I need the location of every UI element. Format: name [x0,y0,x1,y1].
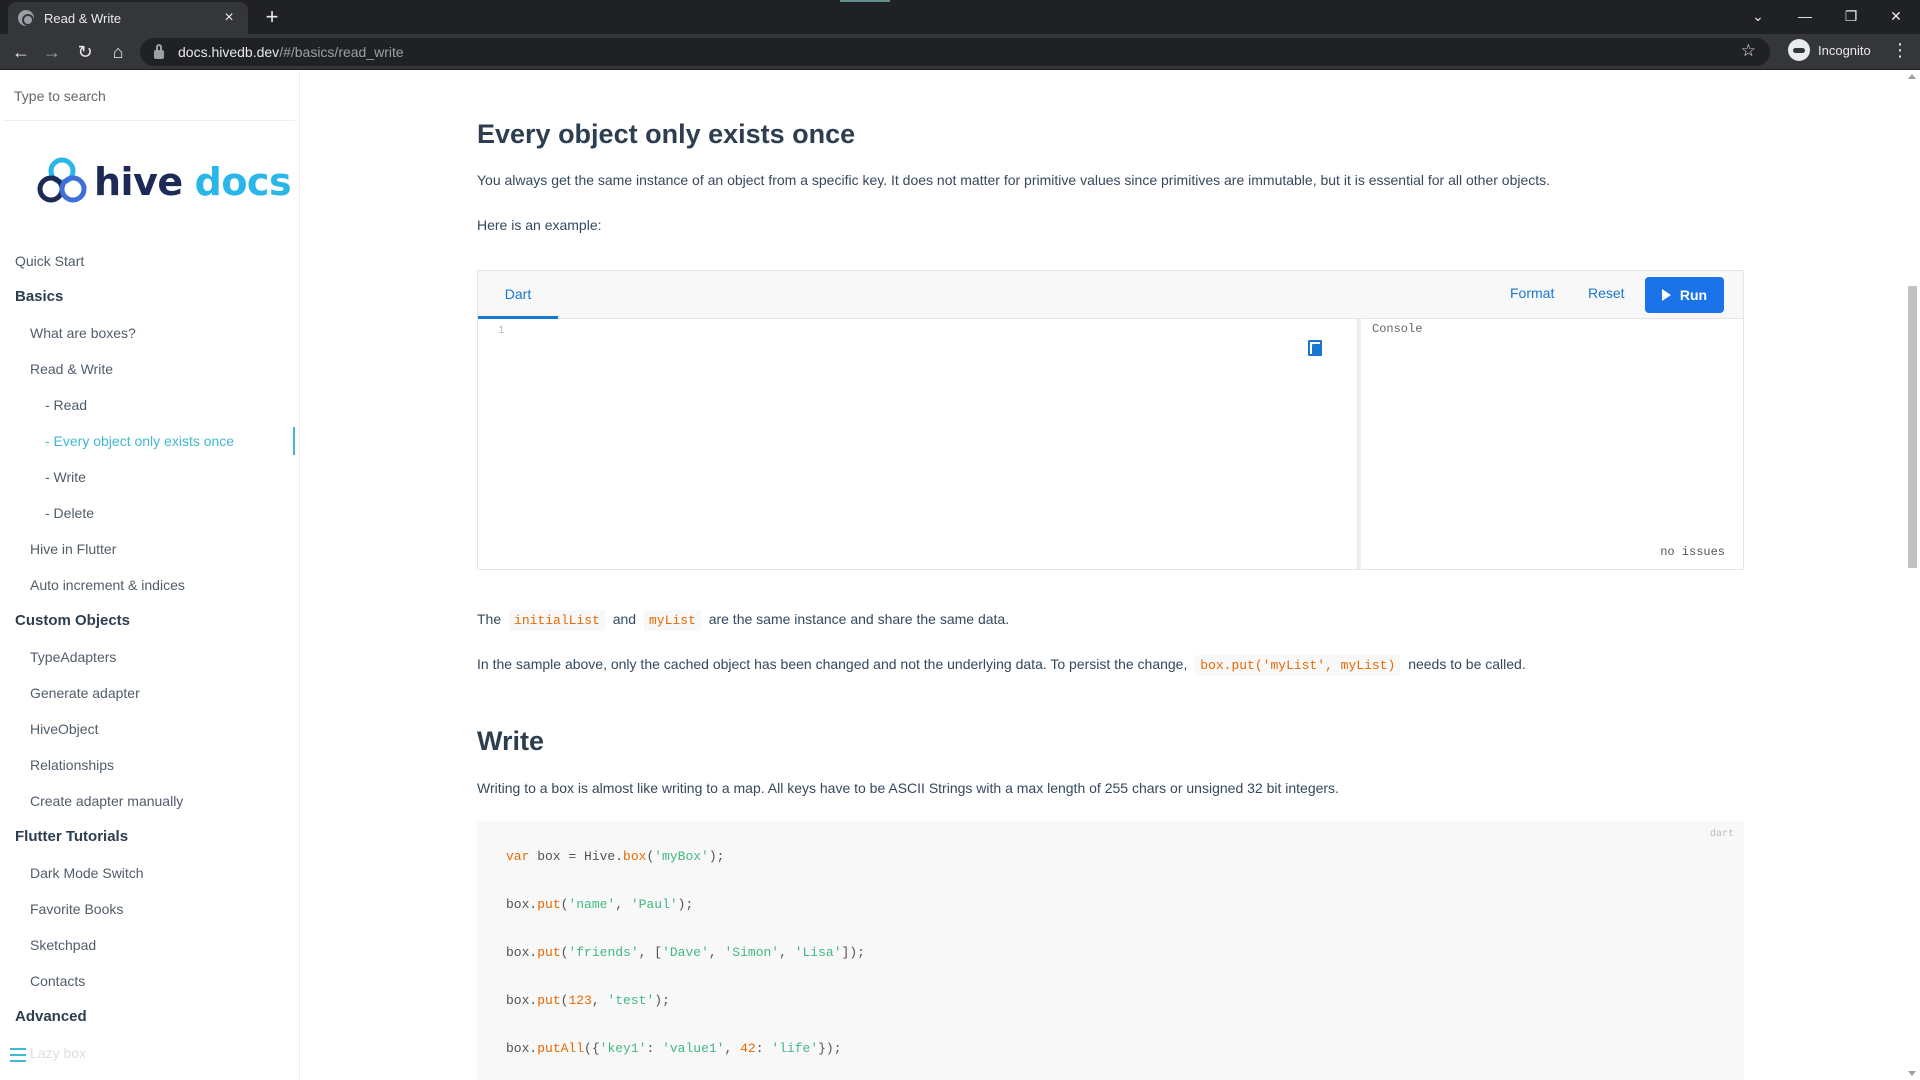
bookmark-star-icon[interactable]: ☆ [1741,41,1756,61]
sidebar-item-auto-increment-indices[interactable]: Auto increment & indices [0,567,299,603]
paragraph: Writing to a box is almost like writing … [477,780,1339,796]
console-panel: Console no issues [1365,319,1743,569]
sidebar-item-write[interactable]: - Write [0,459,299,495]
issues-status: no issues [1660,545,1725,559]
sidebar-item-hiveobject[interactable]: HiveObject [0,711,299,747]
restore-button[interactable]: ❐ [1831,4,1871,28]
paragraph: Here is an example: [477,217,602,233]
section-title-write: Write [477,726,545,756]
sidebar-item-hive-in-flutter[interactable]: Hive in Flutter [0,531,299,567]
sidebar-item-lazy-box[interactable]: Lazy box [0,1035,299,1071]
tab-title: Read & Write [44,10,122,26]
tab-close-icon[interactable]: × [220,9,238,27]
tab-strip-indicator [840,0,890,2]
hamburger-menu-icon[interactable] [10,1048,26,1062]
play-icon [1661,289,1671,301]
code-language-label: dart [1709,829,1734,840]
hive-logo-icon [37,157,87,203]
logo-text-docs: docs [194,160,292,204]
run-label: Run [1679,287,1708,303]
format-button[interactable]: Format [1510,285,1554,301]
code-block: dart var box = Hive.box('myBox'); box.pu… [477,821,1744,1080]
inline-code: initialList [509,610,605,631]
sidebar: hive docs Quick StartBasicsWhat are boxe… [0,71,300,1080]
search-input[interactable] [4,87,295,104]
paragraph: In the sample above, only the cached obj… [477,655,1526,676]
code-line: var box = Hive.box('myBox'); [506,849,725,864]
reload-button[interactable]: ↻ [73,40,97,64]
sidebar-item-relationships[interactable]: Relationships [0,747,299,783]
dartpad-header: Dart Format Reset Run [478,271,1743,319]
url-host: docs.hivedb.dev [178,44,280,60]
sidebar-item-dark-mode-switch[interactable]: Dark Mode Switch [0,855,299,891]
scrollbar-thumb[interactable] [1908,286,1917,568]
minimize-button[interactable]: — [1785,4,1825,28]
home-button[interactable]: ⌂ [106,40,130,64]
paragraph: You always get the same instance of an o… [477,172,1551,188]
run-button[interactable]: Run [1645,277,1724,313]
sidebar-item-read-write[interactable]: Read & Write [0,351,299,387]
tab-search-icon[interactable]: ⌄ [1738,4,1778,28]
sidebar-nav: Quick Start Basics What are boxes? Read & W… [0,243,299,1071]
sidebar-group-advanced[interactable]: Advanced [0,999,299,1035]
text: are the same instance and share the same… [708,611,1010,627]
sidebar-item-delete[interactable]: - Delete [0,495,299,531]
sidebar-item-create-adapter-manually[interactable]: Create adapter manually [0,783,299,819]
sidebar-item-what-are-boxes[interactable]: What are boxes? [0,315,299,351]
favicon-icon [18,10,34,26]
sidebar-item-typeadapters[interactable]: TypeAdapters [0,639,299,675]
url-path: /#/basics/read_write [279,44,404,60]
sidebar-group-flutter-tutorials[interactable]: Flutter Tutorials [0,819,299,855]
address-bar[interactable]: docs.hivedb.dev /#/basics/read_write ☆ [140,38,1770,66]
dartpad-embed: Dart Format Reset Run 1 Console no issue… [477,270,1744,570]
sidebar-item-every-object-only-exists-once[interactable]: - Every object only exists once [0,423,299,459]
tab-dart[interactable]: Dart [478,271,558,319]
browser-toolbar: ← → ↻ ⌂ docs.hivedb.dev /#/basics/read_w… [0,34,1920,70]
inline-code: myList [643,610,701,631]
forward-button[interactable]: → [40,40,64,64]
incognito-profile[interactable]: Incognito [1788,39,1871,61]
text: In the sample above, only the cached obj… [477,656,1188,672]
page-scrollbar[interactable] [1905,71,1920,1080]
copy-icon[interactable] [1308,340,1322,356]
incognito-icon [1788,39,1810,61]
code-line: box.put(123, 'test'); [506,993,670,1008]
browser-tab-active[interactable]: Read & Write × [8,2,248,34]
search-container [4,71,295,121]
line-number: 1 [498,325,505,337]
incognito-label: Incognito [1818,42,1871,58]
text: and [612,611,637,627]
browser-tabbar: Read & Write × + ⌄ — ❐ ✕ [0,0,1920,34]
sidebar-item-read[interactable]: - Read [0,387,299,423]
sidebar-item-sketchpad[interactable]: Sketchpad [0,927,299,963]
text: The [477,611,502,627]
sidebar-item-contacts[interactable]: Contacts [0,963,299,999]
reset-button[interactable]: Reset [1588,285,1625,301]
scroll-down-arrow-icon[interactable] [1908,1071,1916,1076]
new-tab-button[interactable]: + [258,4,286,30]
logo-text-hive: hive [94,160,183,204]
sidebar-group-basics[interactable]: Basics [0,279,299,315]
sidebar-item-quick-start[interactable]: Quick Start [0,243,299,279]
main-content: Every object only exists once You always… [301,71,1905,1080]
paragraph: The initialList and myList are the same … [477,610,1010,631]
sidebar-item-generate-adapter[interactable]: Generate adapter [0,675,299,711]
back-button[interactable]: ← [9,40,33,64]
console-label: Console [1372,322,1423,336]
code-line: box.putAll({'key1': 'value1', 42: 'life'… [506,1041,842,1056]
sidebar-item-favorite-books[interactable]: Favorite Books [0,891,299,927]
browser-menu-icon[interactable]: ⋮ [1890,40,1910,61]
close-window-button[interactable]: ✕ [1876,4,1916,28]
hive-docs-logo[interactable]: hive docs [0,121,299,243]
lock-icon [154,44,164,59]
code-line: box.put('name', 'Paul'); [506,897,694,912]
code-editor[interactable]: 1 [478,319,1361,569]
sidebar-group-custom-objects[interactable]: Custom Objects [0,603,299,639]
section-title-every-object: Every object only exists once [477,119,856,149]
text: needs to be called. [1408,656,1526,672]
inline-code: box.put('myList', myList) [1195,655,1401,676]
scroll-up-arrow-icon[interactable] [1908,74,1916,79]
code-line: box.put('friends', ['Dave', 'Simon', 'Li… [506,945,865,960]
